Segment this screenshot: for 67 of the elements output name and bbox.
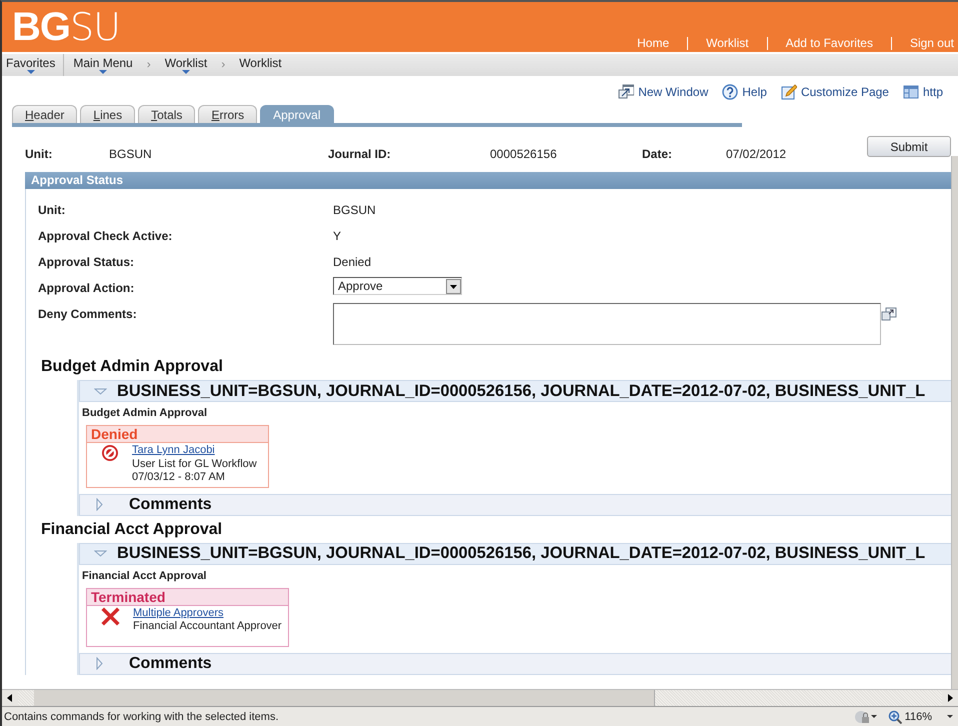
status-label: Denied	[87, 426, 268, 443]
field-label: Approval Check Active:	[38, 229, 174, 243]
breadcrumb-link[interactable]: Worklist	[239, 56, 282, 70]
scroll-left-icon[interactable]	[2, 690, 18, 706]
field-label: Unit:	[25, 147, 54, 161]
zoom-icon	[888, 710, 902, 724]
field-value: BGSUN	[109, 147, 153, 161]
breadcrumb-separator: ›	[146, 56, 152, 73]
tab[interactable]: Header	[12, 105, 78, 123]
cross-icon	[101, 606, 120, 626]
section-header: Approval Status	[25, 172, 951, 189]
approver-link[interactable]: Tara Lynn Jacobi	[132, 444, 257, 458]
comments-field[interactable]	[333, 303, 881, 345]
tab[interactable]: Errors	[198, 105, 258, 123]
denied-icon	[101, 444, 119, 462]
toolbar-link[interactable]: http	[902, 83, 943, 101]
tab[interactable]: Totals	[138, 105, 196, 123]
breadcrumb-separator: ›	[220, 56, 226, 73]
section-title: Budget Admin Approval	[40, 357, 224, 377]
caret-icon[interactable]	[870, 714, 878, 719]
comments-heading: Comments	[129, 496, 212, 514]
expand-icon[interactable]	[881, 307, 897, 321]
toolbar-link[interactable]: Help	[722, 83, 767, 101]
stage-title: Budget Admin Approval	[81, 406, 208, 420]
field-label: Deny Comments:	[38, 307, 138, 321]
security-icon[interactable]	[854, 709, 870, 724]
field-label: Approval Status:	[38, 255, 136, 269]
vertical-scrollbar[interactable]	[951, 156, 958, 689]
window-icon	[902, 84, 919, 100]
breadcrumb-link[interactable]: Main Menu	[73, 56, 133, 70]
status-label: Terminated	[87, 588, 288, 606]
caret-icon	[182, 70, 190, 74]
caret-icon	[99, 70, 108, 74]
section-title: Financial Acct Approval	[40, 520, 224, 540]
field-value: 0000526156	[490, 147, 558, 161]
tab[interactable]: Lines	[80, 105, 136, 123]
status-detail: User List for GL Workflow	[132, 458, 257, 471]
field-label: Date:	[642, 147, 674, 161]
breadcrumb-link[interactable]: Worklist	[164, 56, 208, 70]
record-key-heading: BUSINESS_UNIT=BGSUN, JOURNAL_ID=0000526156, JOURNAL_DATE=2012-07-02, BUSINESS_UNIT_L	[117, 544, 926, 563]
caret-icon	[26, 70, 35, 74]
field-value: BGSUN	[333, 203, 376, 217]
zoom-control[interactable]: 116%	[888, 710, 932, 724]
help-icon	[722, 84, 738, 100]
stage-title: Financial Acct Approval	[81, 568, 208, 582]
edit-page-icon	[780, 84, 797, 100]
caret-icon[interactable]	[946, 714, 954, 719]
approver-link[interactable]: Multiple Approvers	[133, 606, 282, 620]
scroll-right-icon[interactable]	[942, 690, 958, 706]
status-detail: Financial Accountant Approver	[133, 620, 282, 634]
record-key-heading: BUSINESS_UNIT=BGSUN, JOURNAL_ID=0000526156, JOURNAL_DATE=2012-07-02, BUSINESS_UNIT_L	[117, 382, 926, 400]
field-label: Journal ID:	[328, 147, 392, 161]
field-value: Denied	[333, 255, 372, 269]
field-value: Y	[333, 229, 342, 243]
field-label: Unit:	[38, 203, 66, 217]
toolbar-link[interactable]: New Window	[618, 83, 708, 101]
status-detail: 07/03/12 - 8:07 AM	[132, 471, 226, 484]
status-text: Contains commands for working with the selected items.	[4, 710, 280, 722]
field-label: Approval Action:	[38, 281, 136, 295]
new-window-icon	[618, 84, 634, 100]
menu-link[interactable]: Favorites	[6, 56, 56, 70]
toolbar-link[interactable]: Customize Page	[780, 83, 889, 101]
horizontal-scrollbar[interactable]	[2, 689, 958, 706]
field-value: 07/02/2012	[726, 147, 788, 161]
action-dropdown[interactable]: Approve	[333, 277, 462, 295]
submit-button[interactable]: Submit	[867, 136, 951, 157]
comments-heading: Comments	[129, 654, 212, 672]
